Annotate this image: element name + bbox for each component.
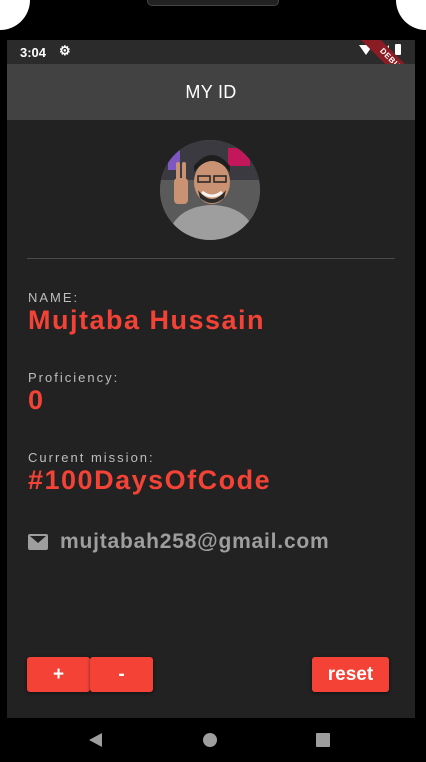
app-screen: 3:04 ⚙ DEBUG MY ID NAME: Mujtaba Hussain… bbox=[7, 40, 415, 718]
status-bar: 3:04 ⚙ DEBUG bbox=[7, 40, 415, 98]
phone-speaker bbox=[147, 0, 279, 6]
avatar-photo bbox=[160, 140, 260, 240]
increment-button[interactable]: + bbox=[27, 657, 90, 692]
battery-icon bbox=[395, 44, 401, 55]
mission-value: #100DaysOfCode bbox=[28, 465, 272, 495]
mission-label: Current mission: bbox=[28, 450, 155, 465]
status-time: 3:04 bbox=[20, 45, 47, 60]
divider bbox=[27, 258, 395, 259]
email-text: mujtabah258@gmail.com bbox=[60, 530, 330, 553]
email-row: mujtabah258@gmail.com bbox=[28, 530, 330, 554]
proficiency-value: 0 bbox=[28, 385, 45, 415]
phone-frame: 3:04 ⚙ DEBUG MY ID NAME: Mujtaba Hussain… bbox=[0, 0, 426, 762]
settings-gear-icon: ⚙ bbox=[59, 43, 71, 58]
name-value: Mujtaba Hussain bbox=[28, 305, 266, 335]
back-icon[interactable] bbox=[89, 733, 102, 747]
navigation-bar bbox=[0, 718, 426, 762]
page-title: MY ID bbox=[185, 81, 237, 102]
proficiency-label: Proficiency: bbox=[28, 370, 120, 385]
app-bar: MY ID bbox=[7, 64, 415, 120]
recent-apps-icon[interactable] bbox=[316, 733, 330, 747]
name-label: NAME: bbox=[28, 290, 80, 305]
reset-button[interactable]: reset bbox=[312, 657, 389, 692]
decrement-button[interactable]: - bbox=[90, 657, 153, 692]
mail-icon bbox=[28, 534, 48, 550]
avatar bbox=[160, 140, 260, 240]
home-icon[interactable] bbox=[203, 733, 217, 747]
